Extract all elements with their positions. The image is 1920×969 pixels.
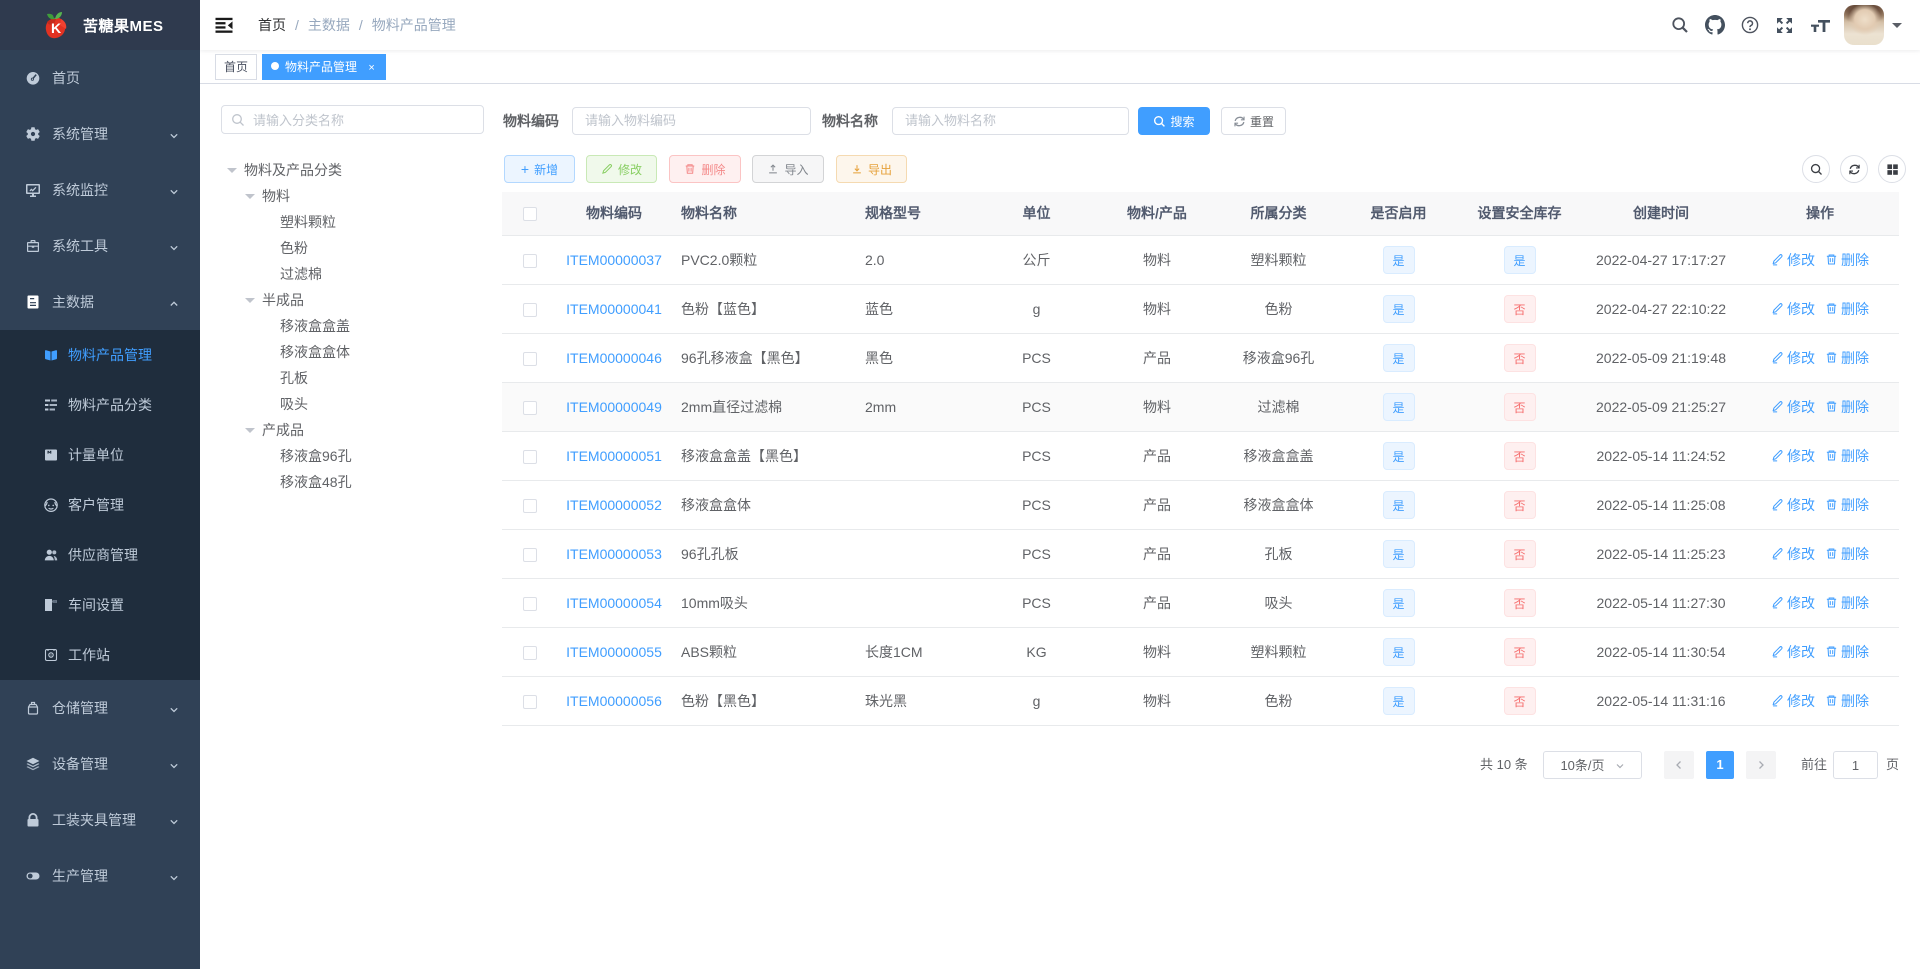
svg-text:2F4: 2F4: [53, 601, 56, 603]
svg-text:K: K: [51, 20, 61, 36]
